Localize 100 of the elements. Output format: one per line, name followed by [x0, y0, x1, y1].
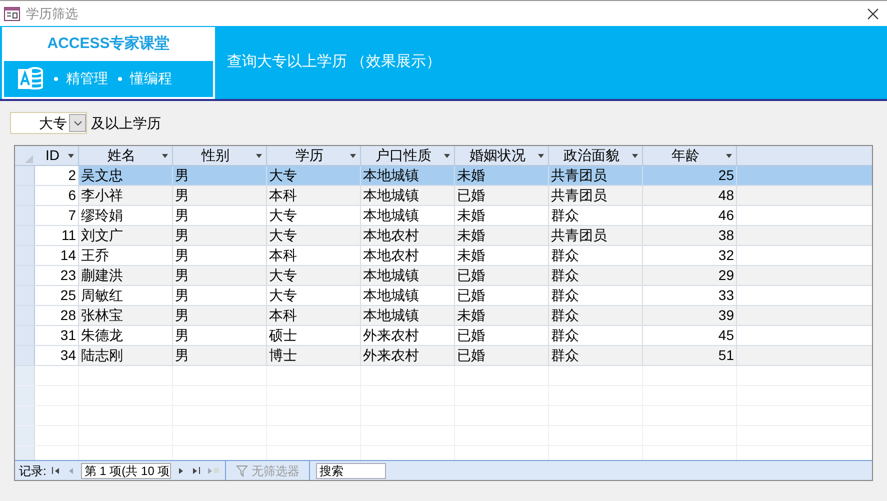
column-header[interactable]: 户口性质	[361, 146, 455, 165]
table-cell: 本地城镇	[361, 206, 455, 225]
table-cell: 男	[173, 286, 267, 305]
column-header[interactable]: 姓名	[79, 146, 173, 165]
table-cell: 本地城镇	[361, 306, 455, 325]
table-cell: 王乔	[79, 246, 173, 265]
table-row[interactable]: 31 朱德龙 男 硕士 外来农村 已婚 群众 45	[15, 326, 872, 346]
table-cell: 本地农村	[361, 226, 455, 245]
dropdown-arrow-icon	[725, 152, 733, 160]
record-label: 记录:	[19, 462, 46, 480]
table-row[interactable]: 7 缪玲娟 男 大专 本地城镇 未婚 群众 46	[15, 206, 872, 226]
filter-label: 及以上学历	[91, 114, 161, 132]
next-record-button[interactable]	[177, 466, 186, 474]
table-row[interactable]: 2 吴文忠 男 大专 本地城镇 未婚 共青团员 25	[15, 166, 872, 186]
row-selector[interactable]	[15, 386, 35, 405]
row-selector[interactable]	[15, 426, 35, 445]
table-cell: 大专	[267, 166, 361, 185]
table-cell: 李小祥	[79, 186, 173, 205]
table-row[interactable]: 14 王乔 男 本科 本地农村 未婚 群众 32	[15, 246, 872, 266]
record-position-field[interactable]: 第 1 项(共 10 项	[81, 462, 172, 478]
funnel-icon	[236, 464, 248, 476]
row-selector[interactable]	[15, 286, 35, 305]
row-selector[interactable]	[15, 206, 35, 225]
dropdown-arrow-icon	[255, 152, 263, 160]
column-header[interactable]: 政治面貌	[549, 146, 643, 165]
logo-slogan: 精管理	[66, 69, 108, 88]
row-selector[interactable]	[15, 226, 35, 245]
table-cell: 39	[643, 306, 737, 325]
table-cell: 25	[643, 166, 737, 185]
table-cell: 共青团员	[549, 186, 643, 205]
row-selector[interactable]	[15, 266, 35, 285]
table-cell: 刘文广	[79, 226, 173, 245]
table-cell: 周敏红	[79, 286, 173, 305]
table-cell: 群众	[549, 286, 643, 305]
chevron-down-icon	[74, 120, 82, 126]
column-header[interactable]: 年龄	[643, 146, 737, 165]
column-header[interactable]: 学历	[267, 146, 361, 165]
table-row[interactable]: 11 刘文广 男 大专 本地农村 未婚 共青团员 38	[15, 226, 872, 246]
dropdown-arrow-icon	[349, 152, 357, 160]
dropdown-arrow-icon	[161, 152, 169, 160]
table-cell: 34	[35, 346, 79, 365]
row-selector[interactable]	[15, 326, 35, 345]
table-cell: 46	[643, 206, 737, 225]
table-row[interactable]: 6 李小祥 男 本科 本地城镇 已婚 共青团员 48	[15, 186, 872, 206]
column-header[interactable]: 婚姻状况	[455, 146, 549, 165]
education-combo[interactable]: 大专	[10, 112, 87, 134]
table-cell: 本地城镇	[361, 266, 455, 285]
table-cell: 38	[643, 226, 737, 245]
table-cell: 吴文忠	[79, 166, 173, 185]
column-header[interactable]: 性别	[173, 146, 267, 165]
table-cell: 本地农村	[361, 246, 455, 265]
table-cell: 男	[173, 346, 267, 365]
row-selector[interactable]	[15, 366, 35, 385]
table-cell: 大专	[267, 226, 361, 245]
table-cell: 32	[643, 246, 737, 265]
table-cell: 男	[173, 246, 267, 265]
table-row[interactable]: 25 周敏红 男 大专 本地城镇 已婚 群众 33	[15, 286, 872, 306]
table-cell: 本地城镇	[361, 166, 455, 185]
table-cell: 已婚	[455, 326, 549, 345]
table-cell: 23	[35, 266, 79, 285]
dropdown-arrow-icon	[443, 152, 451, 160]
table-cell: 群众	[549, 326, 643, 345]
table-row[interactable]: 34 陆志刚 男 博士 外来农村 已婚 群众 51	[15, 346, 872, 366]
row-selector[interactable]	[15, 166, 35, 185]
first-record-button[interactable]	[52, 466, 62, 474]
table-cell: 男	[173, 226, 267, 245]
table-cell: 大专	[267, 206, 361, 225]
row-selector[interactable]	[15, 306, 35, 325]
table-cell: 已婚	[455, 286, 549, 305]
table-cell: 48	[643, 186, 737, 205]
form-icon	[4, 6, 20, 20]
table-cell: 男	[173, 186, 267, 205]
table-cell: 51	[643, 346, 737, 365]
table-row[interactable]: 28 张林宝 男 本科 本地城镇 未婚 群众 39	[15, 306, 872, 326]
logo-title: ACCESS专家课堂	[47, 34, 170, 54]
table-cell: 未婚	[455, 226, 549, 245]
table-cell: 外来农村	[361, 326, 455, 345]
row-selector[interactable]	[15, 346, 35, 365]
table-cell: 29	[643, 266, 737, 285]
row-selector[interactable]	[15, 186, 35, 205]
row-selector[interactable]	[15, 406, 35, 425]
search-field[interactable]: 搜索	[316, 462, 386, 478]
table-cell: 蒯建洪	[79, 266, 173, 285]
close-icon	[867, 8, 879, 20]
table-cell: 6	[35, 186, 79, 205]
column-header[interactable]: ID	[35, 146, 79, 165]
table-cell: 本科	[267, 246, 361, 265]
table-cell: 已婚	[455, 266, 549, 285]
table-cell: 群众	[549, 306, 643, 325]
row-selector[interactable]	[15, 246, 35, 265]
table-cell: 33	[643, 286, 737, 305]
bullet-icon	[54, 76, 58, 80]
row-selector[interactable]	[15, 446, 35, 460]
dropdown-arrow-icon	[537, 152, 545, 160]
table-cell: 11	[35, 226, 79, 245]
last-record-button[interactable]	[191, 466, 200, 474]
table-cell: 群众	[549, 346, 643, 365]
table-cell: 张林宝	[79, 306, 173, 325]
corner-triangle-icon	[25, 155, 33, 163]
table-row[interactable]: 23 蒯建洪 男 大专 本地城镇 已婚 群众 29	[15, 266, 872, 286]
